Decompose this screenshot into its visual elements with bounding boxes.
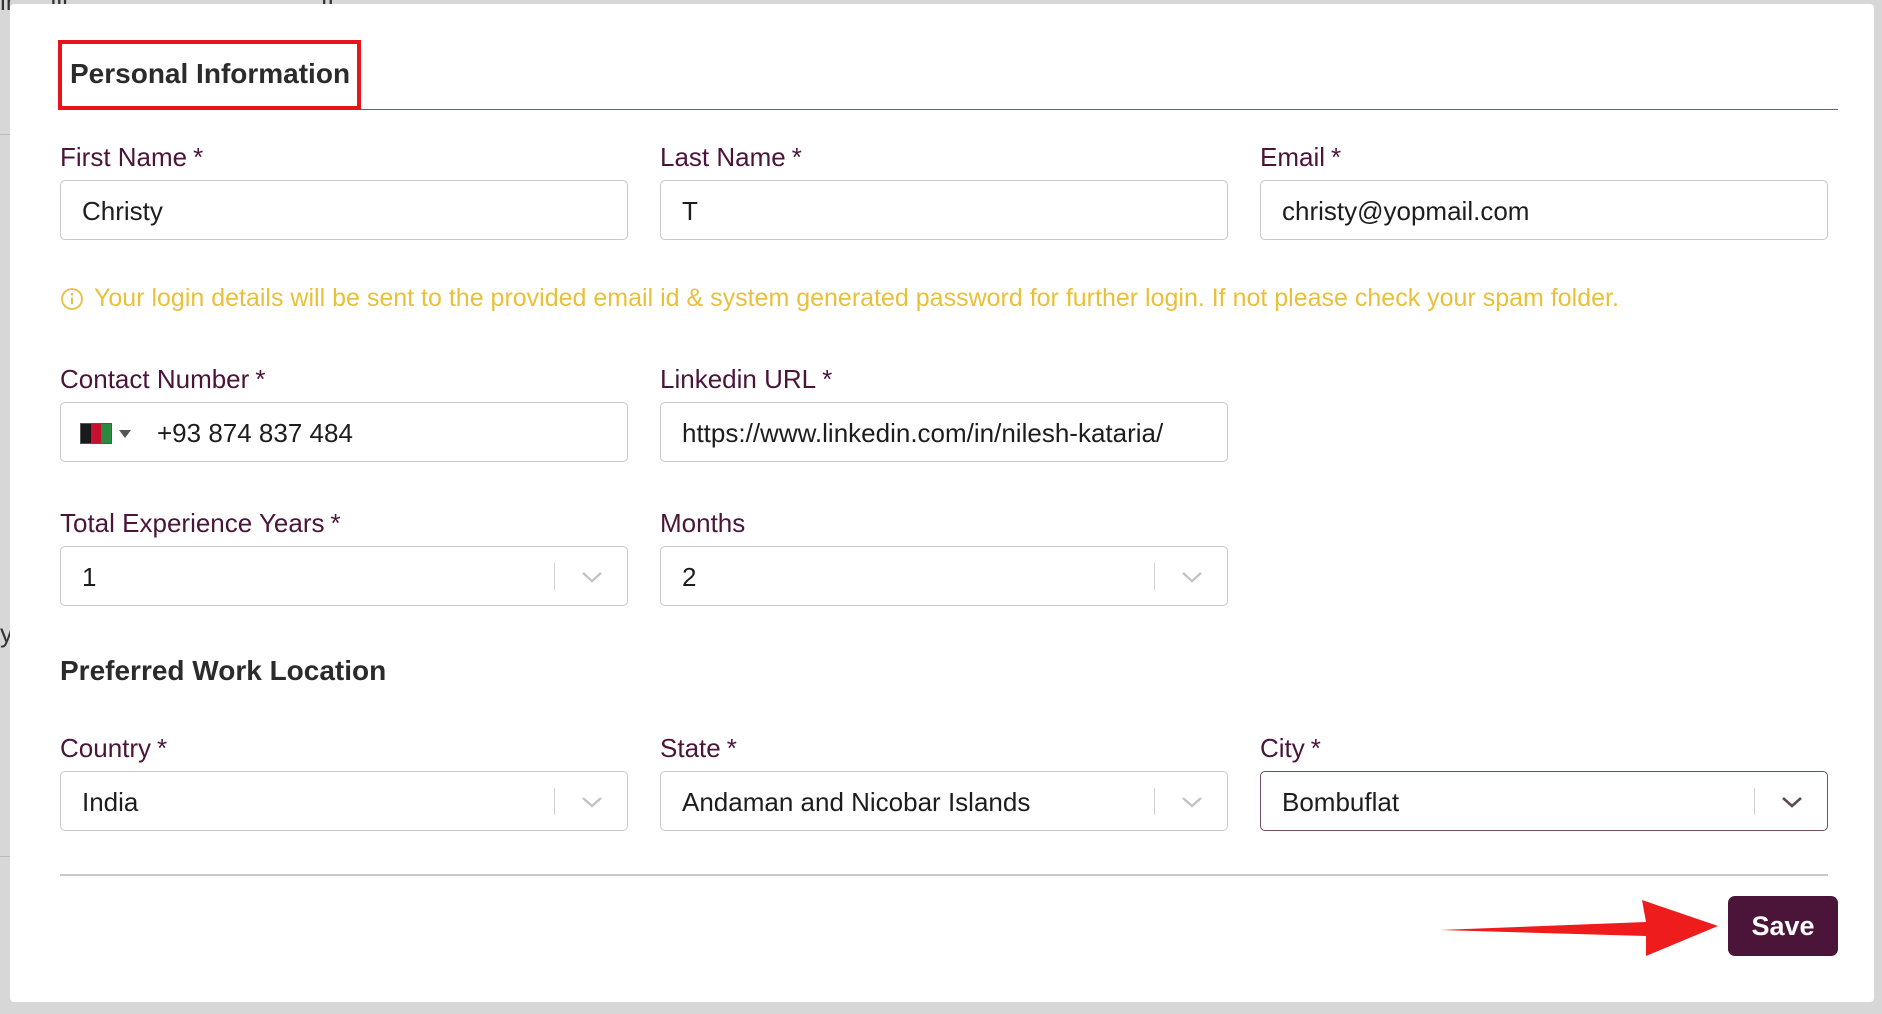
caret-down-icon[interactable] [119,429,131,439]
linkedin-url-field[interactable]: https://www.linkedin.com/in/nilesh-katar… [660,402,1228,462]
email-field[interactable]: christy@yopmail.com [1260,180,1828,240]
email-label: Email * [1260,142,1342,172]
chevron-down-icon[interactable] [579,567,605,587]
afghanistan-flag-icon[interactable] [80,423,112,444]
first-name-field[interactable]: Christy [60,180,628,240]
red-arrow-annotation [1440,900,1718,956]
info-text: Your login details will be sent to the p… [94,284,1619,312]
section-header: Personal Information [58,40,1838,110]
personal-info-modal: Personal Information First Name * Christy… [10,4,1874,1002]
save-button[interactable]: Save [1728,896,1838,956]
select-separator [1153,788,1155,815]
contact-number-label: Contact Number * [60,364,266,394]
select-separator [553,563,555,590]
experience-months-select[interactable]: 2 [660,546,1228,606]
state-label: State * [660,733,737,763]
country-select[interactable]: India [60,771,628,831]
contact-number-field[interactable]: +93 874 837 484 [60,402,628,462]
city-label: City * [1260,733,1321,763]
last-name-field[interactable]: T [660,180,1228,240]
select-separator [1153,563,1155,590]
chevron-down-icon[interactable] [1779,792,1805,812]
linkedin-url-label: Linkedin URL * [660,364,833,394]
chevron-down-icon[interactable] [579,792,605,812]
info-icon [61,287,83,310]
select-separator [1753,788,1755,815]
login-info-message: Your login details will be sent to the p… [60,284,1619,313]
chevron-down-icon[interactable] [1179,567,1205,587]
last-name-label: Last Name * [660,142,802,172]
city-select[interactable]: Bombuflat [1260,771,1828,831]
first-name-label: First Name * [60,142,204,172]
preferred-location-heading: Preferred Work Location [60,655,387,686]
select-separator [553,788,555,815]
state-select[interactable]: Andaman and Nicobar Islands [660,771,1228,831]
section-title: Personal Information [70,58,351,89]
chevron-down-icon[interactable] [1179,792,1205,812]
experience-years-select[interactable]: 1 [60,546,628,606]
country-label: Country * [60,733,168,763]
footer-divider [60,874,1828,876]
experience-months-label: Months [660,508,746,538]
experience-years-label: Total Experience Years * [60,508,341,538]
